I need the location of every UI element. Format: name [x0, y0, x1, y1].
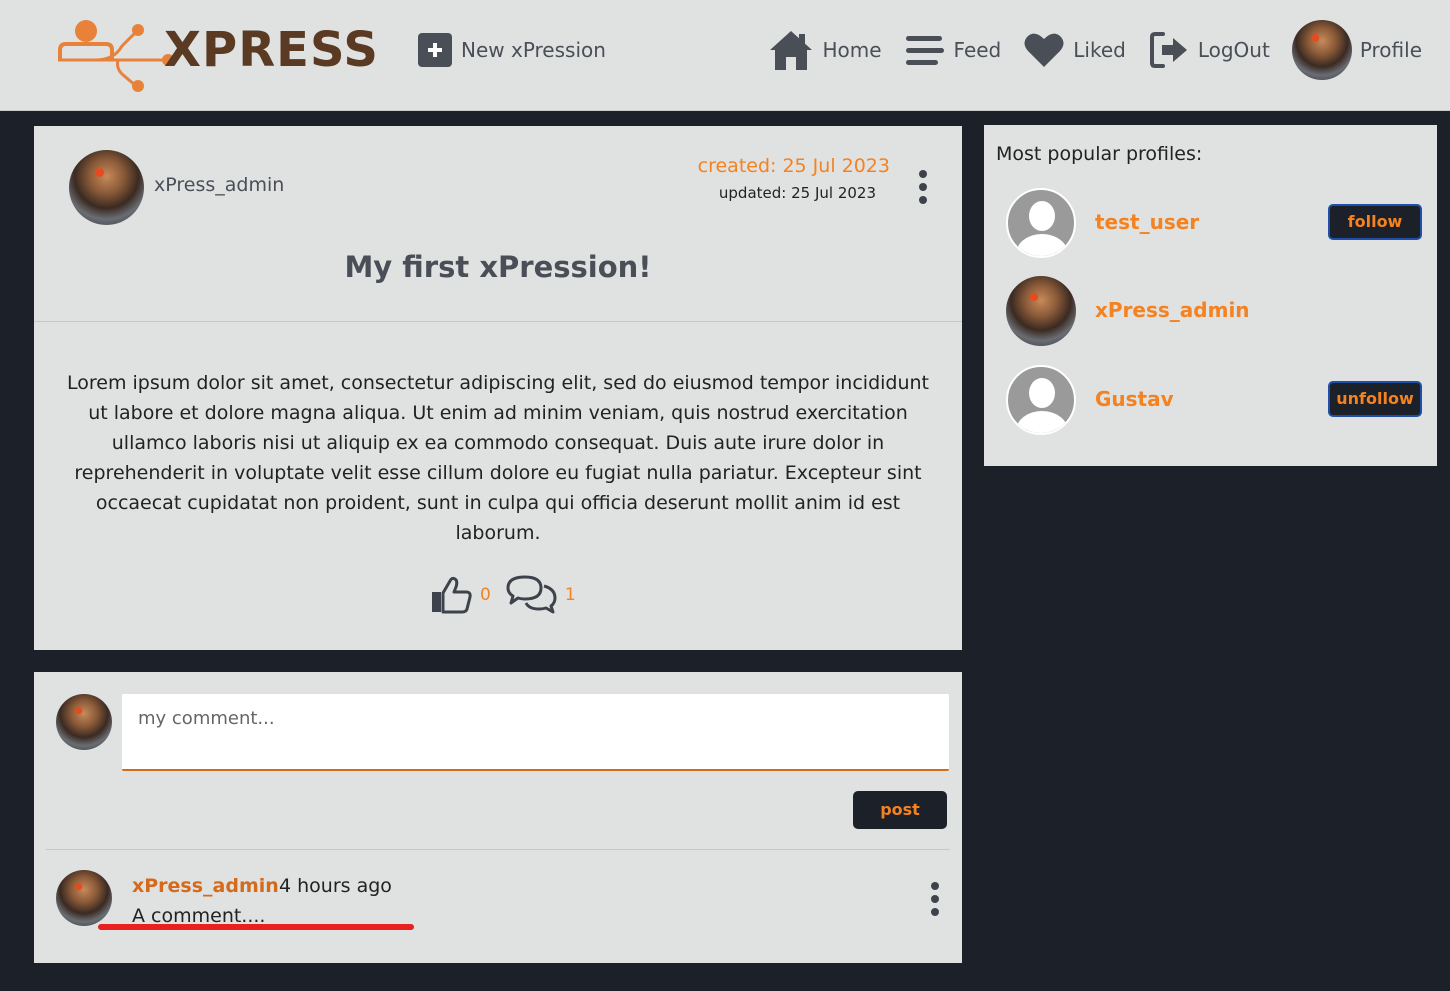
nav-home[interactable]: Home — [768, 29, 882, 71]
post-card: xPress_admin created: 25 Jul 2023 update… — [34, 126, 962, 650]
nav-profile[interactable]: Profile — [1291, 20, 1422, 80]
post-stats: 0 1 — [430, 574, 584, 616]
profile-avatar — [1291, 20, 1352, 80]
likes-count: 0 — [480, 585, 491, 605]
nav-links: Home Feed Liked LogOut Profile — [768, 20, 1422, 80]
profile-avatar[interactable] — [1006, 276, 1076, 346]
post-created-date: created: 25 Jul 2023 — [697, 155, 890, 177]
follow-button[interactable]: follow — [1328, 204, 1422, 240]
post-author-name[interactable]: xPress_admin — [154, 174, 284, 196]
nav-liked-label: Liked — [1073, 38, 1126, 62]
comment-divider — [46, 849, 950, 850]
menu-lines-icon — [905, 36, 944, 65]
brand-logo[interactable]: XPRESS — [56, 16, 379, 92]
logo-person-icon — [58, 20, 174, 92]
post-body: Lorem ipsum dolor sit amet, consectetur … — [66, 372, 930, 544]
popular-profile-item: test_user follow — [1006, 188, 1426, 258]
red-annotation-underline — [98, 924, 414, 930]
post-title: My first xPression! — [344, 250, 652, 284]
comments-card: post xPress_admin 4 hours ago A comment.… — [34, 672, 962, 963]
comment-author-avatar[interactable] — [56, 870, 112, 926]
nav-profile-label: Profile — [1359, 38, 1422, 62]
profile-name[interactable]: test_user — [1095, 210, 1199, 234]
nav-logout-label: LogOut — [1197, 38, 1270, 62]
profile-name[interactable]: xPress_admin — [1095, 298, 1250, 322]
nav-home-label: Home — [822, 38, 882, 62]
popular-profiles-panel: Most popular profiles: test_user follow … — [984, 125, 1437, 466]
comment-form-avatar — [56, 694, 112, 750]
nav-feed-label: Feed — [953, 38, 1002, 62]
profile-name[interactable]: Gustav — [1095, 387, 1174, 411]
default-avatar-icon[interactable] — [1006, 188, 1076, 258]
post-updated-date: updated: 25 Jul 2023 — [718, 184, 876, 202]
popular-profile-item: xPress_admin — [1006, 276, 1426, 346]
comment-input[interactable] — [122, 694, 949, 771]
default-avatar-icon[interactable] — [1006, 365, 1076, 435]
new-xpression-label: New xPression — [461, 38, 606, 62]
heart-icon — [1024, 33, 1064, 67]
thumbs-up-icon[interactable] — [430, 575, 474, 615]
comments-count: 1 — [564, 585, 576, 605]
comment-options-icon[interactable] — [928, 882, 942, 916]
post-author-avatar[interactable] — [69, 150, 144, 225]
logout-icon — [1149, 32, 1187, 68]
nav-feed[interactable]: Feed — [904, 33, 1002, 67]
home-icon — [770, 31, 813, 70]
navbar: XPRESS New xPression Home Feed Liked Log… — [0, 0, 1450, 111]
popular-profiles-title: Most popular profiles: — [996, 143, 1203, 165]
post-divider — [34, 321, 962, 322]
comment-timestamp: 4 hours ago — [279, 875, 392, 897]
plus-square-icon — [418, 33, 452, 67]
nav-logout[interactable]: LogOut — [1148, 30, 1270, 70]
new-xpression-link[interactable]: New xPression — [418, 33, 606, 67]
nav-liked[interactable]: Liked — [1023, 31, 1126, 69]
comment-author-name[interactable]: xPress_admin — [132, 875, 279, 897]
post-comment-button[interactable]: post — [853, 791, 947, 829]
unfollow-button[interactable]: unfollow — [1328, 381, 1422, 417]
logo-text: XPRESS — [164, 22, 379, 78]
comments-icon[interactable] — [505, 574, 559, 616]
popular-profile-item: Gustav unfollow — [1006, 365, 1426, 435]
post-options-icon[interactable] — [916, 170, 930, 204]
